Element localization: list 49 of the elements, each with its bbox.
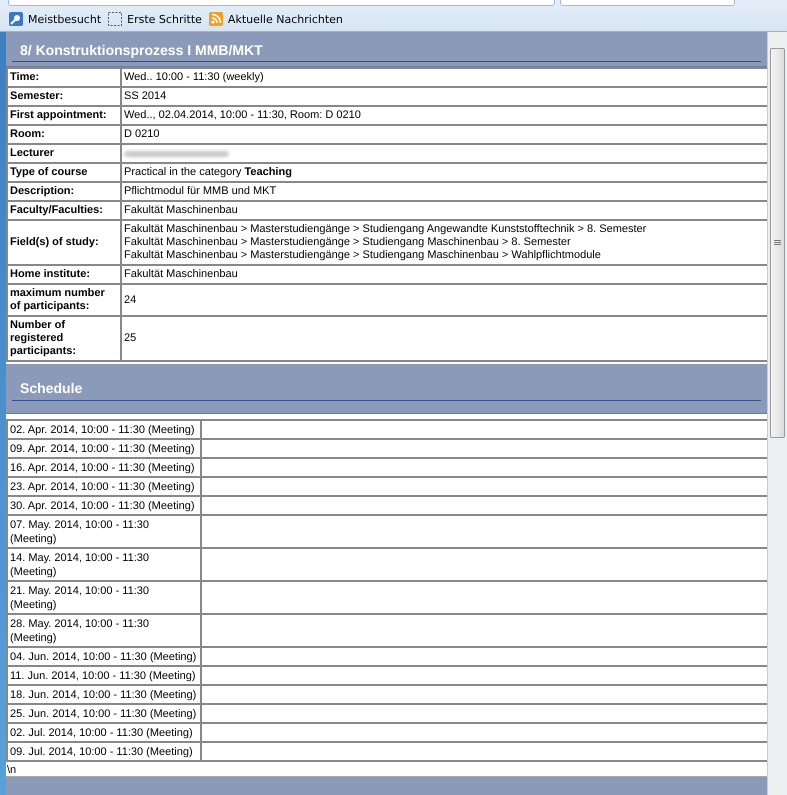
table-cell: 25 xyxy=(121,316,768,361)
grip-icon xyxy=(774,240,782,246)
table-cell: Lecturer xyxy=(7,144,121,163)
table-cell: Time: xyxy=(7,68,121,87)
table-cell: 21. May. 2014, 10:00 - 11:30 (Meeting) xyxy=(7,581,201,614)
table-cell: Faculty/Faculties: xyxy=(7,201,121,220)
table-cell: Field(s) of study: xyxy=(7,220,121,265)
table-cell: 09. Apr. 2014, 10:00 - 11:30 (Meeting) xyxy=(7,439,201,458)
bookmark-link[interactable]: Erste Schritte xyxy=(127,12,202,26)
feed-icon xyxy=(208,11,224,27)
bookmark-link[interactable]: Meistbesucht xyxy=(28,12,102,26)
table-cell: Room: xyxy=(7,125,121,144)
table-cell: 25. Jun. 2014, 10:00 - 11:30 (Meeting) xyxy=(7,704,201,723)
table-cell: 04. Jun. 2014, 10:00 - 11:30 (Meeting) xyxy=(7,647,201,666)
table-cell: Description: xyxy=(7,182,121,201)
table-cell: 02. Jul. 2014, 10:00 - 11:30 (Meeting) xyxy=(7,723,201,742)
dashed-square-icon xyxy=(107,11,124,27)
table-cell: Pflichtmodul für MMB und MKT xyxy=(121,182,768,201)
table-cell: 07. May. 2014, 10:00 - 11:30 (Meeting) xyxy=(7,515,201,548)
table-cell: maximum number of participants: xyxy=(7,284,121,316)
section-title: Schedule xyxy=(12,364,762,401)
table-cell: First appointment: xyxy=(7,106,121,125)
table-cell: 23. Apr. 2014, 10:00 - 11:30 (Meeting) xyxy=(7,477,201,496)
table-cell: 02. Apr. 2014, 10:00 - 11:30 (Meeting) xyxy=(7,420,201,439)
magnifier-icon xyxy=(8,11,24,27)
table-cell: 18. Jun. 2014, 10:00 - 11:30 (Meeting) xyxy=(7,685,201,704)
section-title: 8/ Konstruktionsprozess I MMB/MKT xyxy=(12,32,762,62)
table-cell: D 0210 xyxy=(121,125,768,144)
bookmark-link[interactable]: Aktuelle Nachrichten xyxy=(228,12,343,26)
table-cell: 24 xyxy=(121,284,768,316)
table-cell: Wed.. 10:00 - 11:30 (weekly) xyxy=(121,68,768,87)
table-cell: Fakultät Maschinenbau xyxy=(121,201,768,220)
table-cell: Practical in the category Teaching xyxy=(121,163,768,182)
table-cell: Semester: xyxy=(7,87,121,106)
scrollbar[interactable] xyxy=(767,32,787,795)
table-cell: Home institute: xyxy=(7,265,121,284)
table-cell: SS 2014 xyxy=(121,87,768,106)
table-cell: Fakultät Maschinenbau xyxy=(121,265,768,284)
table-cell: 09. Jul. 2014, 10:00 - 11:30 (Meeting) xyxy=(7,742,201,761)
scrollbar-thumb[interactable] xyxy=(770,48,785,438)
table-cell: 11. Jun. 2014, 10:00 - 11:30 (Meeting) xyxy=(7,666,201,685)
table-cell: Number of registered participants: xyxy=(7,316,121,361)
table-cell: 30. Apr. 2014, 10:00 - 11:30 (Meeting) xyxy=(7,496,201,515)
table-cell: Type of course xyxy=(7,163,121,182)
table-cell: Wed.., 02.04.2014, 10:00 - 11:30, Room: D 0210 xyxy=(121,106,768,125)
table-cell: 14. May. 2014, 10:00 - 11:30 (Meeting) xyxy=(7,548,201,581)
table-cell: 28. May. 2014, 10:00 - 11:30 (Meeting) xyxy=(7,614,201,647)
table-cell: Fakultät Maschinenbau > Masterstudiengänge > Studiengang Angewandte Kunststofftechnik > 8. Semester Fakultät Maschinenbau > Masterstudiengänge > Studiengang Maschinenbau > 8. Semester Fakultät Maschinenbau > Masterstudiengänge > Studiengang Maschinenbau > Wahlpflichtmodule xyxy=(121,220,768,265)
table-cell: 16. Apr. 2014, 10:00 - 11:30 (Meeting) xyxy=(7,458,201,477)
